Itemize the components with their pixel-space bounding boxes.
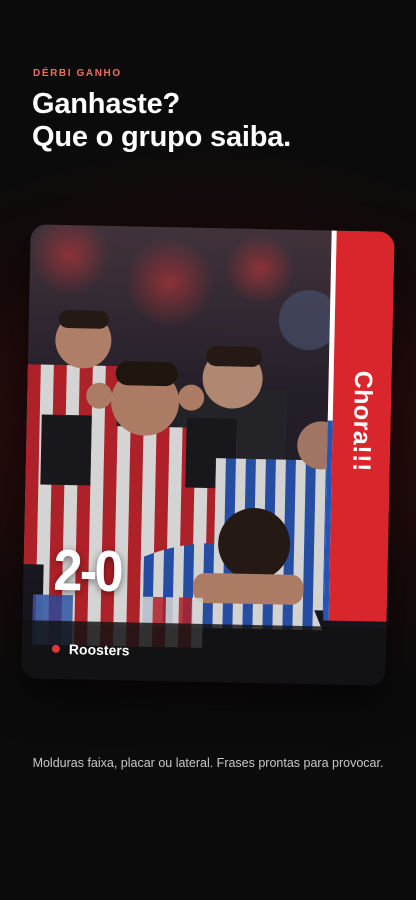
team-dot-icon	[51, 644, 60, 653]
page-title: Ganhaste? Que o grupo saiba.	[32, 88, 291, 154]
team-row: Roosters	[51, 641, 130, 659]
eyebrow-label: DÉRBI GANHO	[33, 68, 122, 79]
score-label: 2-0	[52, 537, 122, 605]
headline-line-2: Que o grupo saiba.	[32, 121, 292, 153]
preview-card-wrapper: Chora!!! 2-0 Roosters	[21, 224, 395, 686]
headline-line-1: Ganhaste?	[32, 88, 181, 120]
feature-caption: Molduras faixa, placar ou lateral. Frase…	[32, 756, 384, 770]
team-name: Roosters	[68, 641, 130, 659]
preview-card[interactable]: Chora!!! 2-0 Roosters	[21, 224, 395, 686]
side-banner-text: Chora!!!	[347, 370, 378, 473]
card-bottom-bar: Roosters	[21, 620, 387, 686]
side-banner-frame: Chora!!!	[323, 230, 395, 622]
